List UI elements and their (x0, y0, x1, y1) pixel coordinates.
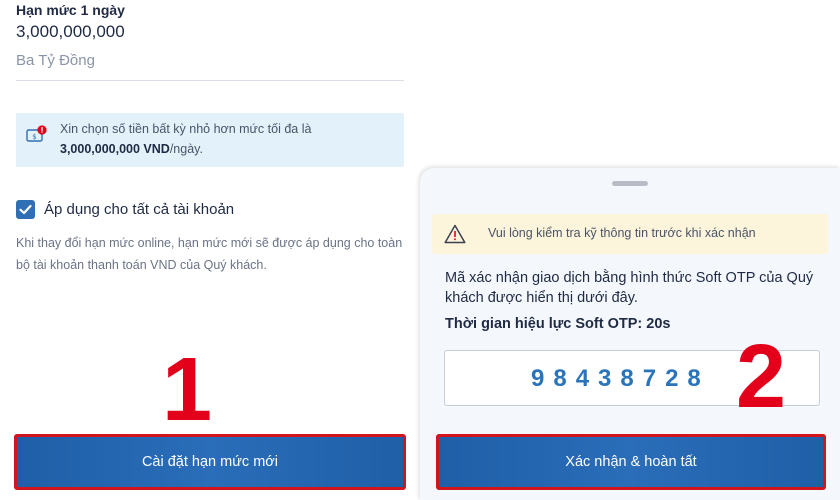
daily-limit-title: Hạn mức 1 ngày (16, 2, 125, 18)
max-amount: 3,000,000,000 VND (60, 142, 170, 156)
daily-limit-in-words: Ba Tỷ Đồng (16, 52, 95, 69)
warning-icon (444, 224, 466, 244)
apply-all-label[interactable]: Áp dụng cho tất cả tài khoản (44, 201, 234, 218)
per-day-suffix: /ngày. (169, 142, 203, 156)
checkmark-icon (19, 204, 32, 215)
money-alert-icon: $ (26, 125, 47, 142)
warning-banner: Vui lòng kiểm tra kỹ thông tin trước khi… (432, 214, 828, 254)
sheet-drag-handle[interactable] (612, 181, 648, 186)
step-marker-2: 2 (736, 327, 787, 427)
otp-code: 98438728 (531, 365, 710, 392)
daily-limit-value[interactable]: 3,000,000,000 (16, 22, 125, 42)
otp-description: Mã xác nhận giao dịch bằng hình thức Sof… (445, 270, 814, 306)
divider (16, 80, 404, 81)
limit-info-box: $ Xin chọn số tiền bất kỳ nhỏ hơn mức tố… (16, 113, 404, 167)
info-amount-line: 3,000,000,000 VND/ngày. (60, 142, 203, 156)
step-marker-1: 1 (162, 340, 213, 440)
svg-text:$: $ (32, 133, 36, 141)
confirm-complete-button[interactable]: Xác nhận & hoàn tất (436, 434, 826, 490)
set-new-limit-button[interactable]: Cài đặt hạn mức mới (14, 434, 406, 490)
limit-settings-panel: Hạn mức 1 ngày 3,000,000,000 Ba Tỷ Đồng … (0, 0, 420, 500)
apply-all-checkbox[interactable] (16, 200, 35, 219)
otp-validity: Thời gian hiệu lực Soft OTP: 20s (445, 316, 671, 332)
info-text: Xin chọn số tiền bất kỳ nhỏ hơn mức tối … (60, 122, 312, 136)
warning-text: Vui lòng kiểm tra kỹ thông tin trước khi… (488, 226, 756, 240)
apply-all-description: Khi thay đổi hạn mức online, hạn mức mới… (16, 236, 403, 272)
